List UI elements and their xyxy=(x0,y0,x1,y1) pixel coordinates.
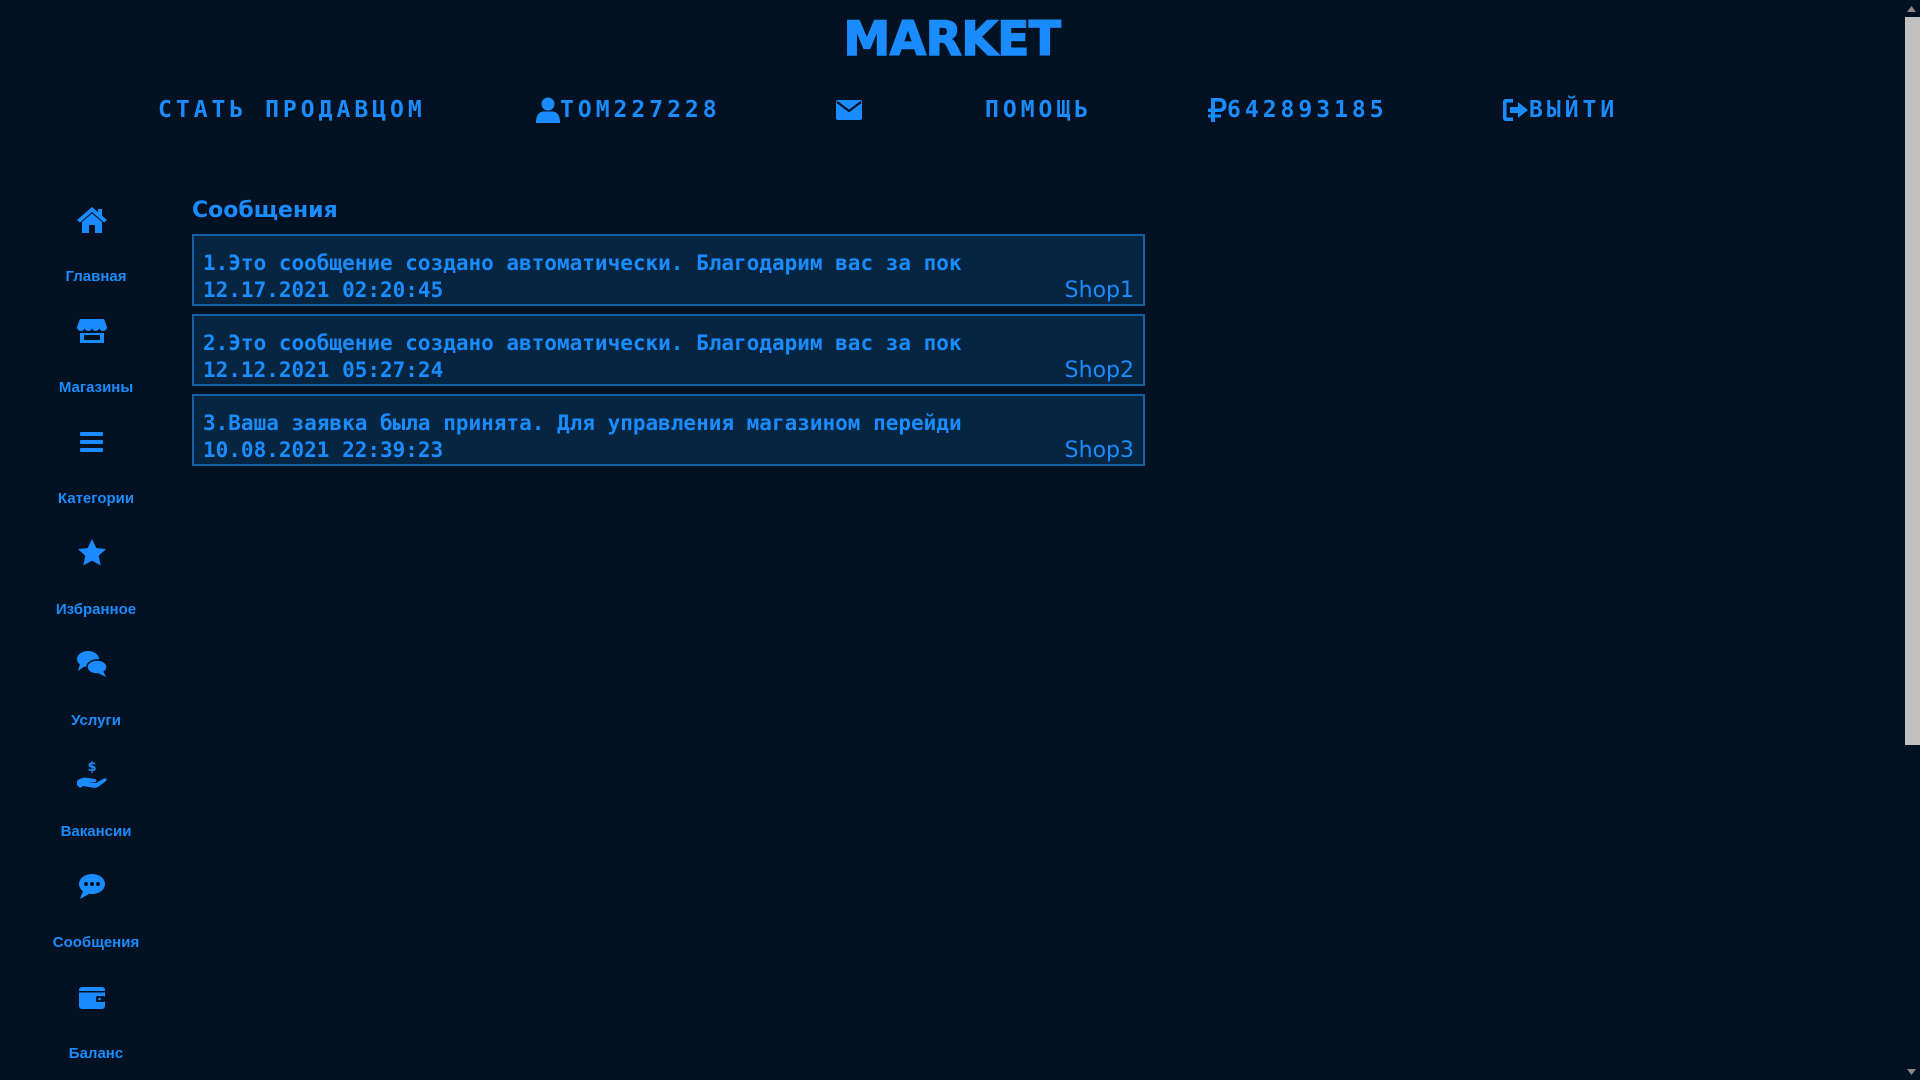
message-date: 10.08.2021 22:39:23 xyxy=(203,438,444,462)
sidebar-item-label: Услуги xyxy=(71,712,121,729)
sidebar-item-vacancies[interactable]: $ Вакансии xyxy=(0,745,190,856)
balance-value: 642893185 xyxy=(1227,97,1388,123)
message-text: 1.Это сообщение создано автоматически. Б… xyxy=(203,251,962,275)
list-icon xyxy=(76,426,108,458)
sidebar-item-label: Магазины xyxy=(58,379,134,396)
sidebar-item-messages[interactable]: Сообщения xyxy=(0,856,190,967)
message-shop: Shop2 xyxy=(1064,358,1134,383)
brand-logo[interactable]: MARKET xyxy=(0,11,1904,68)
hand-dollar-icon: $ xyxy=(76,759,108,791)
message-date: 12.12.2021 05:27:24 xyxy=(203,358,444,382)
comment-icon xyxy=(76,870,108,902)
sidebar-item-home[interactable]: Главная xyxy=(0,190,190,301)
message-date: 12.17.2021 02:20:45 xyxy=(203,278,444,302)
sidebar-item-label: Сообщения xyxy=(52,934,140,951)
scroll-up-arrow[interactable] xyxy=(1903,0,1920,17)
sidebar-item-services[interactable]: Услуги xyxy=(0,634,190,745)
sidebar-item-label: Избранное xyxy=(55,601,137,618)
page-title: Сообщения xyxy=(192,198,338,223)
sidebar-item-balance[interactable]: Баланс xyxy=(0,967,190,1078)
star-icon xyxy=(76,537,108,569)
logout-link[interactable]: ВЫЙТИ xyxy=(1503,90,1618,130)
ruble-icon xyxy=(1208,98,1227,122)
scrollbar-thumb[interactable] xyxy=(1905,17,1920,745)
message-item[interactable]: 3.Ваша заявка была принята. Для управлен… xyxy=(192,394,1145,466)
mail-link[interactable] xyxy=(836,90,862,130)
home-icon xyxy=(76,204,108,236)
message-text: 2.Это сообщение создано автоматически. Б… xyxy=(203,331,962,355)
envelope-icon xyxy=(836,100,862,120)
balance-link[interactable]: 642893185 xyxy=(1207,90,1388,130)
help-link[interactable]: ПОМОЩЬ xyxy=(985,90,1092,130)
message-shop: Shop3 xyxy=(1064,438,1134,463)
svg-text:$: $ xyxy=(87,760,96,775)
sidebar-item-label: Вакансии xyxy=(60,823,132,840)
user-profile-link[interactable]: TOM227228 xyxy=(536,90,721,130)
store-icon xyxy=(76,315,108,347)
become-seller-link[interactable]: СТАТЬ ПРОДАВЦОМ xyxy=(158,90,426,130)
message-text: 3.Ваша заявка была принята. Для управлен… xyxy=(203,411,962,435)
sidebar-item-label: Баланс xyxy=(68,1045,124,1062)
username-label: TOM227228 xyxy=(560,97,721,123)
scroll-down-arrow[interactable] xyxy=(1903,1063,1920,1080)
message-item[interactable]: 1.Это сообщение создано автоматически. Б… xyxy=(192,234,1145,306)
sidebar-item-label: Категории xyxy=(57,490,135,507)
user-icon xyxy=(536,97,560,123)
sidebar-item-favorites[interactable]: Избранное xyxy=(0,523,190,634)
logout-label: ВЫЙТИ xyxy=(1529,97,1619,123)
vertical-scrollbar[interactable] xyxy=(1903,0,1920,1080)
sidebar-item-categories[interactable]: Категории xyxy=(0,412,190,523)
comments-icon xyxy=(76,648,108,680)
sign-out-icon xyxy=(1503,99,1528,121)
sidebar-item-label: Главная xyxy=(65,268,127,285)
message-shop: Shop1 xyxy=(1064,278,1134,303)
sidebar-item-stores[interactable]: Магазины xyxy=(0,301,190,412)
message-item[interactable]: 2.Это сообщение создано автоматически. Б… xyxy=(192,314,1145,386)
top-navigation: СТАТЬ ПРОДАВЦОМ TOM227228 ПОМОЩЬ 6428931… xyxy=(0,90,1904,130)
wallet-icon xyxy=(76,981,108,1013)
